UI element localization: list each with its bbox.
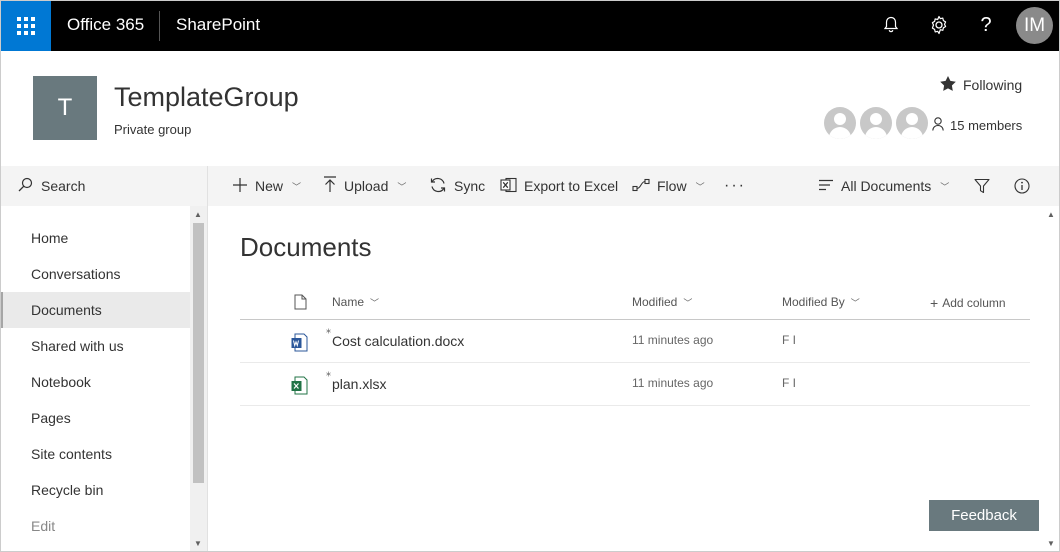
site-privacy-label: Private group <box>114 122 192 137</box>
app-name-link[interactable]: SharePoint <box>176 15 260 35</box>
sync-icon <box>429 177 447 196</box>
office-brand-link[interactable]: Office 365 <box>67 15 144 35</box>
notifications-bell-icon[interactable] <box>878 12 904 38</box>
file-type-column-icon[interactable] <box>294 294 307 315</box>
export-to-excel-button[interactable]: Export to Excel <box>500 166 618 206</box>
nav-item-shared-with-us[interactable]: Shared with us <box>0 328 190 364</box>
export-label: Export to Excel <box>524 178 619 194</box>
modified-date: 11 minutes ago <box>632 333 714 347</box>
suite-bar: Office 365 SharePoint ? IM <box>0 0 1060 51</box>
nav-divider <box>207 166 208 552</box>
filter-funnel-icon[interactable] <box>974 166 990 206</box>
list-view-icon <box>818 178 834 194</box>
scroll-down-arrow-icon[interactable]: ▼ <box>194 539 202 548</box>
flow-icon <box>632 178 650 195</box>
file-name-link[interactable]: Cost calculation.docx <box>332 333 464 349</box>
upload-button[interactable]: Upload ﹀ <box>323 166 406 206</box>
nav-scrollbar[interactable]: ▲ ▼ <box>190 206 207 552</box>
star-icon <box>940 76 956 94</box>
members-count-label: 15 members <box>950 118 1023 133</box>
member-avatars[interactable] <box>824 107 928 139</box>
left-navigation: Home Conversations Documents Shared with… <box>0 220 190 544</box>
new-item-sparkle-icon: ⁎ <box>326 325 331 336</box>
member-avatar[interactable] <box>824 107 856 139</box>
person-icon <box>932 117 944 134</box>
upload-label: Upload <box>344 178 389 194</box>
scroll-up-arrow-icon[interactable]: ▲ <box>194 210 202 219</box>
chevron-down-icon: ﹀ <box>695 181 705 192</box>
chevron-down-icon: ﹀ <box>397 181 407 192</box>
site-search-box[interactable]: Search <box>0 166 207 206</box>
word-file-icon <box>291 333 308 352</box>
member-avatar[interactable] <box>860 107 892 139</box>
column-header-modified-by[interactable]: Modified By ﹀ <box>782 295 860 309</box>
feedback-button[interactable]: Feedback <box>929 500 1039 531</box>
app-launcher-button[interactable] <box>0 0 51 51</box>
view-switcher[interactable]: All Documents ﹀ <box>818 166 949 206</box>
brand-divider <box>159 11 160 41</box>
members-button[interactable]: 15 members <box>932 117 1022 134</box>
nav-item-notebook[interactable]: Notebook <box>0 364 190 400</box>
table-row[interactable]: ⁎ Cost calculation.docx 11 minutes ago F… <box>240 320 1030 363</box>
sync-label: Sync <box>454 178 486 194</box>
chevron-down-icon: ﹀ <box>850 297 860 308</box>
library-title[interactable]: Documents <box>240 232 372 263</box>
modified-by-link[interactable]: F I <box>782 333 796 347</box>
search-label: Search <box>41 178 86 194</box>
nav-edit-link[interactable]: Edit <box>0 508 190 544</box>
excel-file-icon <box>291 376 308 395</box>
column-modified-label: Modified <box>632 295 678 309</box>
user-avatar[interactable]: IM <box>1016 7 1053 44</box>
excel-export-icon <box>500 177 517 196</box>
settings-gear-icon[interactable] <box>926 12 952 38</box>
list-header: Name ﹀ Modified ﹀ Modified By ﹀ + Add co… <box>240 284 1030 320</box>
following-label: Following <box>963 77 1023 93</box>
nav-item-pages[interactable]: Pages <box>0 400 190 436</box>
nav-item-documents[interactable]: Documents <box>0 292 190 328</box>
new-label: New <box>255 178 284 194</box>
column-header-modified[interactable]: Modified ﹀ <box>632 295 692 309</box>
file-name-link[interactable]: plan.xlsx <box>332 376 386 392</box>
nav-item-recycle-bin[interactable]: Recycle bin <box>0 472 190 508</box>
help-question-icon[interactable]: ? <box>973 12 999 38</box>
scroll-up-arrow-icon[interactable]: ▲ <box>1047 210 1055 219</box>
plus-icon <box>232 177 248 196</box>
site-logo[interactable]: T <box>33 76 97 140</box>
more-actions-ellipsis-icon[interactable]: ··· <box>724 166 746 206</box>
waffle-icon <box>16 16 35 35</box>
table-row[interactable]: ⁎ plan.xlsx 11 minutes ago F I <box>240 363 1030 406</box>
nav-item-conversations[interactable]: Conversations <box>0 256 190 292</box>
site-title[interactable]: TemplateGroup <box>114 82 299 113</box>
sync-button[interactable]: Sync <box>429 166 485 206</box>
flow-label: Flow <box>657 178 687 194</box>
command-bar: New ﹀ Upload ﹀ Sync Export to Excel Flow… <box>208 166 1060 206</box>
upload-icon <box>323 176 337 196</box>
new-button[interactable]: New ﹀ <box>232 166 301 206</box>
chevron-down-icon: ﹀ <box>940 181 950 192</box>
search-icon <box>18 177 33 195</box>
modified-by-link[interactable]: F I <box>782 376 796 390</box>
member-avatar[interactable] <box>896 107 928 139</box>
nav-item-site-contents[interactable]: Site contents <box>0 436 190 472</box>
chevron-down-icon: ﹀ <box>292 181 302 192</box>
scroll-down-arrow-icon[interactable]: ▼ <box>1047 539 1055 548</box>
column-name-label: Name <box>332 295 365 309</box>
column-header-name[interactable]: Name ﹀ <box>332 295 379 309</box>
new-item-sparkle-icon: ⁎ <box>326 368 331 379</box>
nav-item-home[interactable]: Home <box>0 220 190 256</box>
plus-icon: + <box>930 295 939 311</box>
add-column-label: Add column <box>942 296 1006 310</box>
info-pane-icon[interactable] <box>1014 166 1030 206</box>
view-label: All Documents <box>841 178 932 194</box>
modified-date: 11 minutes ago <box>632 376 714 390</box>
main-scrollbar[interactable]: ▲ ▼ <box>1043 206 1060 552</box>
nav-scrollbar-thumb[interactable] <box>193 223 204 483</box>
add-column-button[interactable]: + Add column <box>930 295 1006 311</box>
following-button[interactable]: Following <box>940 76 1022 94</box>
chevron-down-icon: ﹀ <box>370 297 380 308</box>
chevron-down-icon: ﹀ <box>683 297 693 308</box>
flow-button[interactable]: Flow ﹀ <box>632 166 705 206</box>
column-modified-by-label: Modified By <box>782 295 845 309</box>
